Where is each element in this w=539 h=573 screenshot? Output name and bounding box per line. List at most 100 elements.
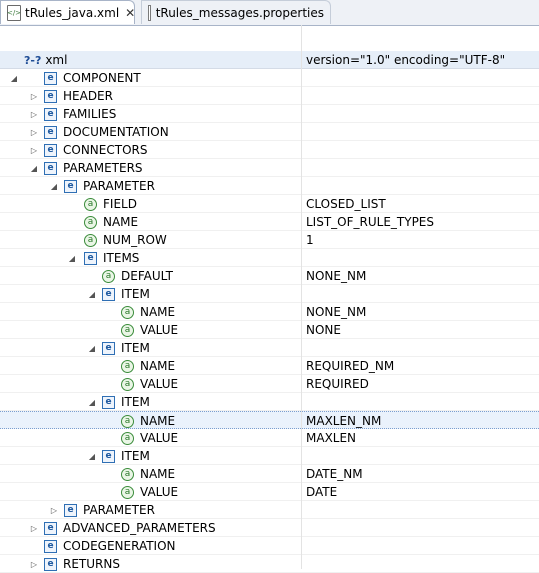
tree-node: ?-? xml: [24, 51, 67, 69]
expand-arrow-icon[interactable]: ▷: [29, 555, 39, 573]
close-icon[interactable]: ✕: [125, 6, 135, 20]
tree-node: a VALUE: [121, 483, 178, 501]
attribute-icon: a: [121, 323, 134, 337]
element-icon: e: [102, 449, 115, 463]
node-value[interactable]: 1: [306, 231, 314, 249]
tree-node: e FAMILIES: [44, 105, 116, 123]
element-row[interactable]: ◢ e COMPONENT: [0, 69, 539, 87]
attribute-icon: a: [84, 233, 97, 247]
tab-label: tRules_java.xml: [25, 5, 120, 20]
collapse-arrow-icon[interactable]: ◢: [29, 159, 39, 177]
element-icon: e: [44, 71, 57, 85]
tree-node: a DEFAULT: [102, 267, 173, 285]
node-value[interactable]: REQUIRED: [306, 375, 369, 393]
attribute-row[interactable]: a NAME DATE_NM: [0, 465, 539, 483]
attribute-row[interactable]: a NAME MAXLEN_NM: [0, 411, 539, 429]
element-icon: e: [84, 251, 97, 265]
node-name: xml: [45, 53, 68, 67]
attribute-icon: a: [84, 215, 97, 229]
node-value[interactable]: REQUIRED_NM: [306, 357, 394, 375]
element-row[interactable]: ◢ e ITEM: [0, 285, 539, 303]
attribute-row[interactable]: a DEFAULT NONE_NM: [0, 267, 539, 285]
expand-arrow-icon[interactable]: ▷: [29, 141, 39, 159]
tree-node: e ITEM: [102, 447, 150, 465]
attribute-row[interactable]: a VALUE NONE: [0, 321, 539, 339]
tab-trules-java-xml[interactable]: </> tRules_java.xml ✕: [0, 0, 135, 24]
tree-node: e ITEMS: [84, 249, 139, 267]
element-row[interactable]: e CODEGENERATION: [0, 537, 539, 555]
expand-arrow-icon[interactable]: ▷: [29, 519, 39, 537]
element-icon: e: [44, 539, 57, 553]
node-value[interactable]: MAXLEN: [306, 429, 356, 447]
attribute-icon: a: [121, 431, 134, 445]
element-row[interactable]: ▷ e FAMILIES: [0, 105, 539, 123]
collapse-arrow-icon[interactable]: ◢: [87, 447, 97, 465]
element-icon: e: [44, 125, 57, 139]
element-row[interactable]: ◢ e ITEM: [0, 447, 539, 465]
element-row[interactable]: ▷ e HEADER: [0, 87, 539, 105]
attribute-row[interactable]: a NAME REQUIRED_NM: [0, 357, 539, 375]
element-icon: e: [44, 89, 57, 103]
element-row[interactable]: ▷ e DOCUMENTATION: [0, 123, 539, 141]
element-row[interactable]: ◢ e PARAMETERS: [0, 159, 539, 177]
properties-file-icon: [148, 4, 151, 21]
node-name: ITEM: [121, 395, 150, 409]
attribute-icon: a: [121, 467, 134, 481]
collapse-arrow-icon[interactable]: ◢: [67, 249, 77, 267]
collapse-arrow-icon[interactable]: ◢: [9, 69, 19, 87]
attribute-row[interactable]: a VALUE DATE: [0, 483, 539, 501]
expand-arrow-icon[interactable]: ▷: [29, 87, 39, 105]
node-value[interactable]: MAXLEN_NM: [306, 412, 381, 430]
node-value[interactable]: version="1.0" encoding="UTF-8": [306, 51, 505, 69]
attribute-icon: a: [102, 269, 115, 283]
tree-node: e RETURNS: [44, 555, 120, 573]
node-value[interactable]: DATE_NM: [306, 465, 363, 483]
tree-node: a NUM_ROW: [84, 231, 167, 249]
node-name: ITEMS: [103, 251, 140, 265]
element-row[interactable]: ◢ e ITEM: [0, 339, 539, 357]
collapse-arrow-icon[interactable]: ◢: [87, 339, 97, 357]
node-value[interactable]: CLOSED_LIST: [306, 195, 386, 213]
element-icon: e: [44, 161, 57, 175]
node-value[interactable]: NONE_NM: [306, 267, 366, 285]
node-value[interactable]: LIST_OF_RULE_TYPES: [306, 213, 434, 231]
element-row[interactable]: ▷ e RETURNS: [0, 555, 539, 573]
tree-node: a VALUE: [121, 321, 178, 339]
tree-node: a VALUE: [121, 429, 178, 447]
attribute-row[interactable]: a NUM_ROW 1: [0, 231, 539, 249]
expand-arrow-icon[interactable]: ▷: [29, 123, 39, 141]
expand-arrow-icon[interactable]: ▷: [49, 501, 59, 519]
attribute-row[interactable]: a FIELD CLOSED_LIST: [0, 195, 539, 213]
column-divider[interactable]: [301, 25, 302, 569]
node-name: NAME: [140, 305, 176, 319]
collapse-arrow-icon[interactable]: ◢: [87, 393, 97, 411]
element-row[interactable]: ▷ e PARAMETER: [0, 501, 539, 519]
node-name: PARAMETER: [83, 503, 155, 517]
node-value[interactable]: NONE_NM: [306, 303, 366, 321]
tree-node: e HEADER: [44, 87, 113, 105]
collapse-arrow-icon[interactable]: ◢: [87, 285, 97, 303]
collapse-arrow-icon[interactable]: ◢: [49, 177, 59, 195]
node-name: ITEM: [121, 341, 150, 355]
element-row[interactable]: ◢ e PARAMETER: [0, 177, 539, 195]
element-row[interactable]: ◢ e ITEM: [0, 393, 539, 411]
node-value[interactable]: NONE: [306, 321, 341, 339]
node-value[interactable]: DATE: [306, 483, 337, 501]
expand-arrow-icon[interactable]: ▷: [29, 105, 39, 123]
element-row[interactable]: ◢ e ITEMS: [0, 249, 539, 267]
attribute-row[interactable]: a VALUE MAXLEN: [0, 429, 539, 447]
attribute-icon: a: [121, 414, 134, 428]
element-row[interactable]: ▷ e CONNECTORS: [0, 141, 539, 159]
attribute-row[interactable]: a VALUE REQUIRED: [0, 375, 539, 393]
node-name: ITEM: [121, 287, 150, 301]
tab-trules-messages-properties[interactable]: tRules_messages.properties: [141, 0, 331, 24]
tree-node: a NAME: [121, 465, 175, 483]
tree-node: e PARAMETERS: [44, 159, 143, 177]
node-name: COMPONENT: [63, 71, 141, 85]
attribute-row[interactable]: a NAME NONE_NM: [0, 303, 539, 321]
attribute-row[interactable]: a NAME LIST_OF_RULE_TYPES: [0, 213, 539, 231]
element-row[interactable]: ▷ e ADVANCED_PARAMETERS: [0, 519, 539, 537]
xml-declaration-row[interactable]: ?-? xml version="1.0" encoding="UTF-8": [0, 51, 539, 69]
tree-node: e ITEM: [102, 339, 150, 357]
editor-tab-bar: </> tRules_java.xml ✕ tRules_messages.pr…: [0, 0, 539, 26]
